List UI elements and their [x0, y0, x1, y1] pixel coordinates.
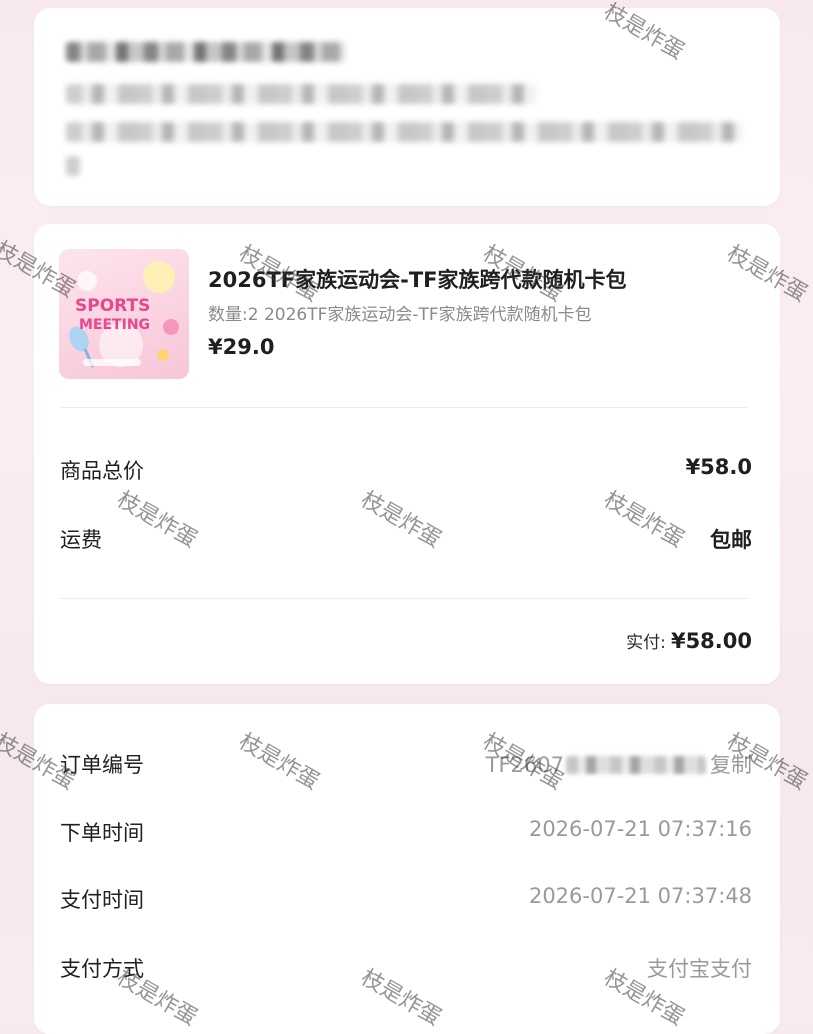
artwork-title-line1: SPORTS — [75, 296, 150, 316]
redacted-order-no — [566, 756, 706, 774]
pay-time-value: 2026-07-21 07:37:48 — [528, 884, 752, 908]
order-no-value: TF2607 — [485, 753, 564, 777]
paid-amount-row: 实付: ¥58.00 — [626, 628, 752, 653]
shipping-label: 运费 — [60, 528, 102, 552]
order-time-label: 下单时间 — [60, 821, 144, 845]
pay-method-label: 支付方式 — [60, 957, 144, 981]
redacted-recipient-line — [66, 42, 346, 62]
order-no-row: TF2607 复制 — [486, 749, 752, 779]
redacted-address-line — [66, 122, 742, 142]
pay-method-value: 支付宝支付 — [647, 957, 752, 981]
product-card: SPORTS MEETING 2026TF家族运动会-TF家族跨代款随机卡包 数… — [34, 224, 780, 684]
goods-total-value: ¥58.0 — [685, 455, 752, 479]
artwork-title-line2: MEETING — [79, 317, 150, 333]
pay-time-label: 支付时间 — [60, 888, 144, 912]
product-spec: 数量:2 2026TF家族运动会-TF家族跨代款随机卡包 — [208, 305, 592, 325]
copy-order-no-button[interactable]: 复制 — [710, 753, 752, 777]
product-price: ¥29.0 — [208, 335, 275, 359]
order-info-card: 订单编号 TF2607 复制 下单时间 2026-07-21 07:37:16 支… — [34, 704, 780, 1034]
shipping-value: 包邮 — [710, 528, 752, 552]
order-time-value: 2026-07-21 07:37:16 — [528, 817, 752, 841]
product-thumbnail[interactable]: SPORTS MEETING — [59, 249, 189, 379]
product-title[interactable]: 2026TF家族运动会-TF家族跨代款随机卡包 — [208, 264, 627, 294]
divider — [60, 407, 748, 408]
divider — [60, 598, 748, 599]
paid-label: 实付: — [626, 633, 666, 653]
order-no-label: 订单编号 — [60, 753, 144, 777]
paid-value: ¥58.00 — [670, 629, 752, 653]
address-card[interactable] — [34, 8, 780, 206]
sports-meeting-artwork: SPORTS MEETING — [69, 261, 179, 368]
goods-total-label: 商品总价 — [60, 459, 144, 483]
redacted-address-line — [66, 156, 80, 176]
redacted-address-line — [66, 84, 536, 104]
